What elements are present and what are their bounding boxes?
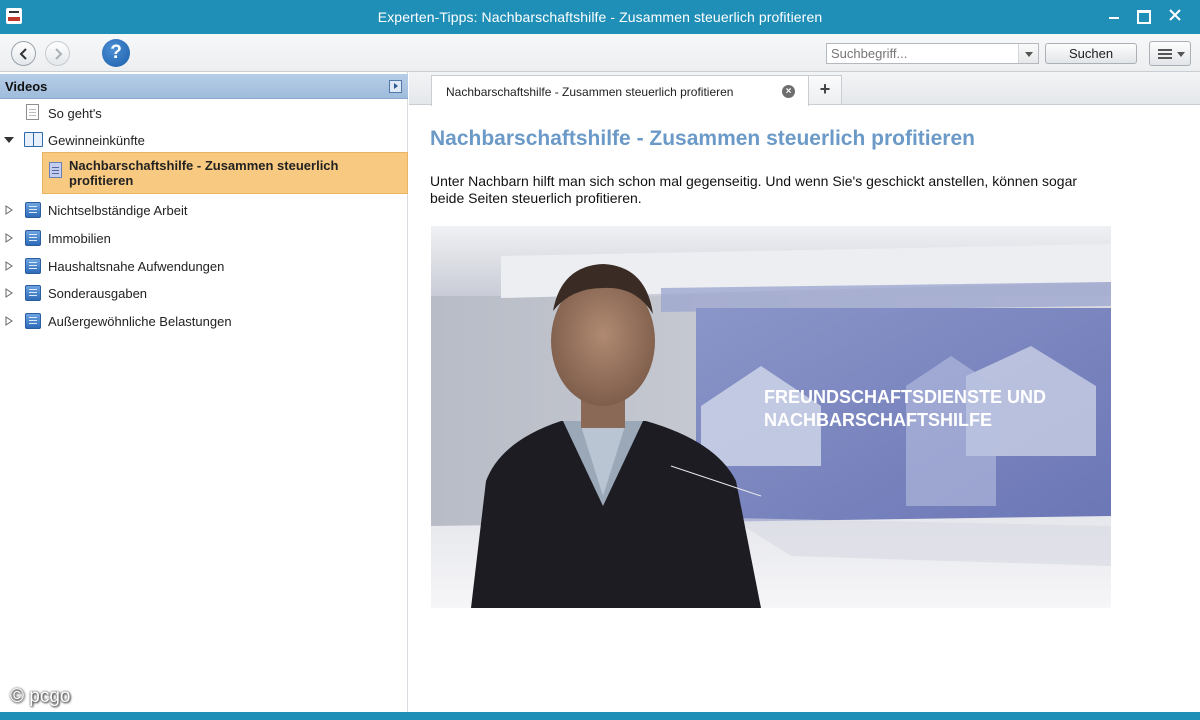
tree-item-label: Nachbarschaftshilfe - Zusammen steuerlic… — [69, 158, 339, 188]
arrow-right-icon — [55, 48, 63, 60]
video-player[interactable]: FREUNDSCHAFTSDIENSTE UND NACHBARSCHAFTSH… — [431, 226, 1111, 608]
tree-item-label: So geht's — [48, 106, 102, 121]
tree-item-gewinneinkuenfte[interactable]: Gewinneinkünfte — [0, 129, 408, 151]
video-caption-line-1: FREUNDSCHAFTSDIENSTE UND — [764, 387, 1046, 407]
tab-close-icon[interactable]: × — [782, 85, 795, 98]
title-bar: Experten-Tipps: Nachbarschaftshilfe - Zu… — [0, 0, 1200, 34]
book-icon — [25, 258, 41, 274]
book-icon — [25, 285, 41, 301]
tab-strip: Nachbarschaftshilfe - Zusammen steuerlic… — [409, 72, 1200, 106]
search-button[interactable]: Suchen — [1045, 43, 1137, 64]
collapsed-arrow-icon[interactable] — [5, 205, 13, 215]
book-icon — [25, 230, 41, 246]
book-icon — [25, 313, 41, 329]
article-text: Unter Nachbarn hilft man sich schon mal … — [430, 173, 1078, 206]
search-combobox[interactable] — [826, 43, 1039, 64]
collapsed-arrow-icon[interactable] — [5, 288, 13, 298]
video-caption-line-2: NACHBARSCHAFTSHILFE — [764, 410, 992, 430]
chevron-down-icon — [1177, 52, 1185, 57]
document-icon — [26, 104, 39, 120]
article-title: Nachbarschaftshilfe - Zusammen steuerlic… — [430, 127, 975, 150]
tree-item-so-gehts[interactable]: So geht's — [0, 102, 408, 124]
tree-item-sonderausgaben[interactable]: Sonderausgaben — [0, 282, 408, 304]
collapsed-arrow-icon[interactable] — [5, 233, 13, 243]
tree-item-haushaltsnahe-aufwendungen[interactable]: Haushaltsnahe Aufwendungen — [0, 255, 408, 277]
content-pane: Nachbarschaftshilfe - Zusammen steuerlic… — [409, 72, 1200, 712]
menu-button[interactable] — [1149, 41, 1191, 66]
taskbar-edge — [0, 712, 1200, 720]
open-book-icon — [24, 132, 43, 147]
collapse-sidebar-button[interactable] — [389, 80, 402, 93]
tab-nachbarschaftshilfe[interactable]: Nachbarschaftshilfe - Zusammen steuerlic… — [431, 75, 809, 106]
hamburger-icon — [1158, 49, 1172, 59]
search-input[interactable] — [827, 44, 1017, 63]
toolbar: ? Suchen — [0, 34, 1200, 72]
watermark: © pcgo — [10, 686, 71, 707]
tree-item-label: Sonderausgaben — [48, 286, 148, 301]
sidebar-title: Videos — [5, 79, 48, 94]
back-button[interactable] — [11, 41, 36, 66]
tree-item-label: Haushaltsnahe Aufwendungen — [48, 259, 225, 274]
tree-item-label: Gewinneinkünfte — [48, 133, 145, 148]
video-page-icon — [49, 162, 62, 178]
search-dropdown-button[interactable] — [1018, 44, 1038, 63]
sidebar: Videos So geht's Gewinneinkünfte Nachbar… — [0, 72, 408, 712]
add-tab-button[interactable]: + — [808, 75, 842, 104]
collapsed-arrow-icon[interactable] — [5, 316, 13, 326]
tree-item-nichtselbstaendige-arbeit[interactable]: Nichtselbständige Arbeit — [0, 199, 408, 221]
tree-item-nachbarschaftshilfe-selected[interactable]: Nachbarschaftshilfe - Zusammen steuerlic… — [42, 152, 408, 194]
collapsed-arrow-icon[interactable] — [5, 261, 13, 271]
tree-item-label: Nichtselbständige Arbeit — [48, 203, 188, 218]
tree-item-immobilien[interactable]: Immobilien — [0, 227, 408, 249]
close-icon — [1169, 9, 1181, 21]
sidebar-header: Videos — [0, 74, 408, 99]
tree-item-label: Außergewöhnliche Belastungen — [48, 314, 232, 329]
tab-label: Nachbarschaftshilfe - Zusammen steuerlic… — [446, 85, 734, 99]
window-title: Experten-Tipps: Nachbarschaftshilfe - Zu… — [377, 9, 823, 25]
expand-arrow-icon[interactable] — [4, 137, 14, 143]
minimize-button[interactable] — [1100, 4, 1128, 26]
arrow-left-icon — [19, 48, 27, 60]
tree-item-label: Immobilien — [48, 231, 111, 246]
forward-button[interactable] — [45, 41, 70, 66]
help-button[interactable]: ? — [102, 39, 130, 67]
close-button[interactable] — [1156, 4, 1194, 26]
maximize-button[interactable] — [1128, 4, 1156, 26]
video-frame-image: FREUNDSCHAFTSDIENSTE UND NACHBARSCHAFTSH… — [431, 226, 1111, 608]
tree-item-aussergewoehnliche-belastungen[interactable]: Außergewöhnliche Belastungen — [0, 310, 408, 332]
book-icon — [25, 202, 41, 218]
